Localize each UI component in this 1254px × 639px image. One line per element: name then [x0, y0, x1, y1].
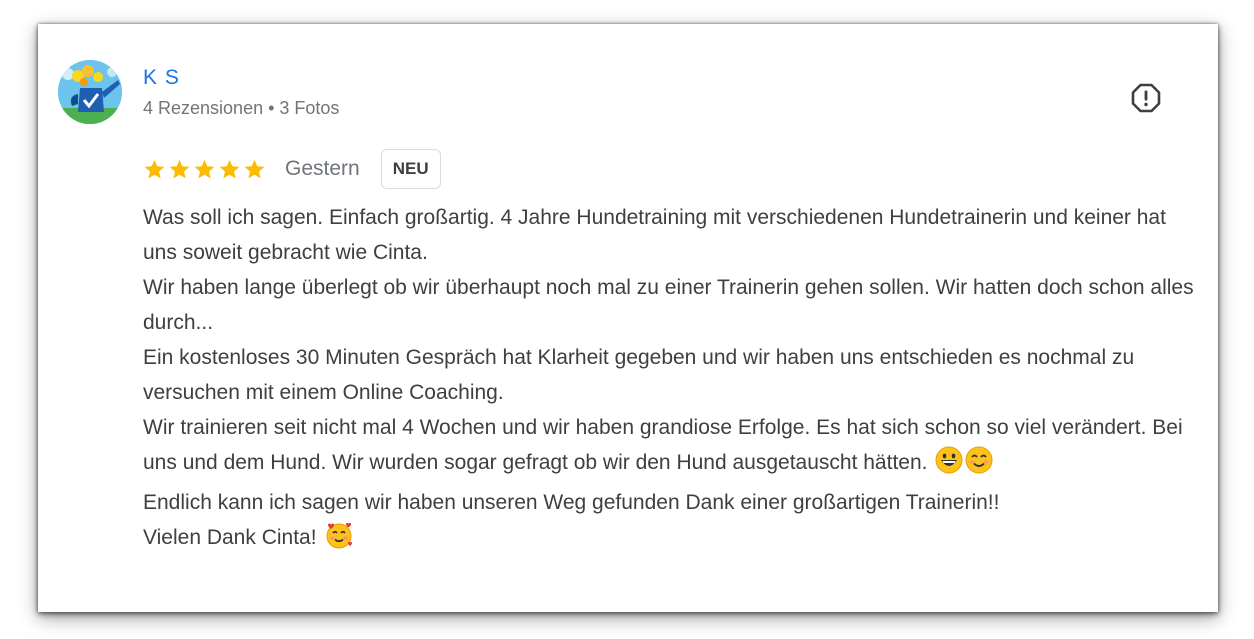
avatar[interactable]: [58, 60, 122, 124]
report-review-button[interactable]: [1128, 80, 1164, 116]
star-icon: [194, 159, 215, 178]
review-paragraph: Wir haben lange überlegt ob wir überhaup…: [143, 276, 1194, 334]
star-rating: [143, 158, 266, 181]
grinning-face-icon: [935, 446, 963, 485]
author-name[interactable]: K S: [143, 66, 180, 90]
review-paragraph-text: Vielen Dank Cinta!: [143, 526, 317, 549]
star-icon: [169, 159, 190, 178]
star-icon: [244, 159, 265, 178]
report-octagon-icon: [1131, 83, 1161, 113]
review-paragraph: Was soll ich sagen. Einfach großartig. 4…: [143, 206, 1166, 264]
review-paragraph-text: Wir trainieren seit nicht mal 4 Wochen u…: [143, 416, 1183, 474]
review-text: Was soll ich sagen. Einfach großartig. 4…: [143, 200, 1203, 560]
new-badge: NEU: [380, 149, 441, 189]
review-paragraph: Wir trainieren seit nicht mal 4 Wochen u…: [143, 410, 1203, 485]
review-card: K S 4 Rezensionen • 3 Fotos Gestern NEU …: [38, 24, 1218, 612]
star-icon: [144, 159, 165, 178]
smiling-face-with-hearts-icon: [324, 521, 354, 560]
author-meta: 4 Rezensionen • 3 Fotos: [143, 98, 340, 118]
smiling-face-icon: [965, 446, 993, 485]
rating-row: Gestern NEU: [143, 148, 441, 190]
star-icon: [219, 159, 240, 178]
watering-can-flowers-avatar: [58, 60, 122, 124]
review-paragraph: Vielen Dank Cinta!: [143, 520, 1203, 560]
review-paragraph: Ein kostenloses 30 Minuten Gespräch hat …: [143, 346, 1135, 404]
review-date: Gestern: [285, 157, 360, 180]
review-paragraph: Endlich kann ich sagen wir haben unseren…: [143, 491, 1000, 514]
